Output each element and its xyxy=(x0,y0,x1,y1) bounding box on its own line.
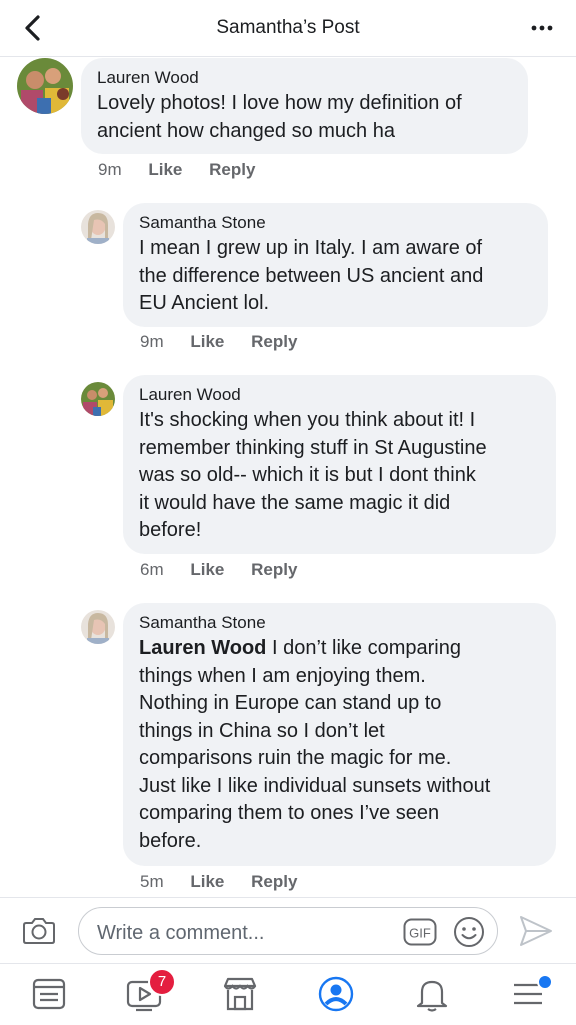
news-feed-icon[interactable] xyxy=(29,974,69,1014)
comment-composer: GIF xyxy=(0,897,576,964)
avatar[interactable] xyxy=(81,210,115,244)
comment-bubble: Samantha Stone I mean I grew up in Italy… xyxy=(123,203,548,327)
comment-body: I don’t like comparing things when I am … xyxy=(139,637,491,852)
avatar[interactable] xyxy=(81,610,115,644)
reply-button[interactable]: Reply xyxy=(251,872,297,891)
page-title: Samantha’s Post xyxy=(216,17,360,38)
comment-input[interactable] xyxy=(95,920,389,946)
comment-author[interactable]: Lauren Wood xyxy=(139,384,540,406)
like-button[interactable]: Like xyxy=(148,160,182,179)
emoji-icon[interactable] xyxy=(453,916,485,948)
menu-notification-dot xyxy=(537,974,553,990)
comment-author[interactable]: Lauren Wood xyxy=(97,67,512,89)
avatar[interactable] xyxy=(81,382,115,416)
comment-bubble: Samantha Stone Lauren Wood I don’t like … xyxy=(123,603,556,866)
comment-time: 9m xyxy=(140,332,164,351)
notifications-bell-icon[interactable] xyxy=(412,974,452,1014)
more-options-icon[interactable] xyxy=(530,18,554,38)
marketplace-icon[interactable] xyxy=(220,974,260,1014)
comment-text: Lauren Wood I don’t like comparing thing… xyxy=(139,635,540,855)
comment-author[interactable]: Samantha Stone xyxy=(139,612,540,634)
comment-bubble: Lauren Wood It's shocking when you think… xyxy=(123,375,556,554)
gif-icon[interactable]: GIF xyxy=(403,918,437,946)
comment-author[interactable]: Samantha Stone xyxy=(139,212,532,234)
like-button[interactable]: Like xyxy=(190,872,224,891)
camera-icon[interactable] xyxy=(22,915,56,945)
notification-badge: 7 xyxy=(148,968,176,996)
comment-text: Lovely photos! I love how my definition … xyxy=(97,92,462,142)
mention-link[interactable]: Lauren Wood xyxy=(139,637,266,659)
comment-time: 9m xyxy=(98,160,122,179)
profile-icon[interactable] xyxy=(316,974,356,1014)
avatar[interactable] xyxy=(17,58,73,114)
comment-time: 5m xyxy=(140,872,164,891)
send-icon[interactable] xyxy=(518,914,554,948)
comment-actions: 5m Like Reply xyxy=(140,872,319,892)
top-bar: Samantha’s Post xyxy=(0,0,576,57)
gif-label: GIF xyxy=(409,926,431,941)
reply-button[interactable]: Reply xyxy=(209,160,255,179)
comment-text: It's shocking when you think about it! I… xyxy=(139,409,487,541)
comment-text: I mean I grew up in Italy. I am aware of… xyxy=(139,237,484,314)
comment-field[interactable]: GIF xyxy=(78,907,498,955)
bottom-navigation: 7 xyxy=(0,963,576,1025)
reply-button[interactable]: Reply xyxy=(251,332,297,351)
comment-actions: 9m Like Reply xyxy=(140,332,319,352)
comment-time: 6m xyxy=(140,560,164,579)
comment-bubble: Lauren Wood Lovely photos! I love how my… xyxy=(81,58,528,154)
comment-actions: 6m Like Reply xyxy=(140,560,319,580)
like-button[interactable]: Like xyxy=(190,332,224,351)
like-button[interactable]: Like xyxy=(190,560,224,579)
reply-button[interactable]: Reply xyxy=(251,560,297,579)
comment-actions: 9m Like Reply xyxy=(98,160,277,180)
